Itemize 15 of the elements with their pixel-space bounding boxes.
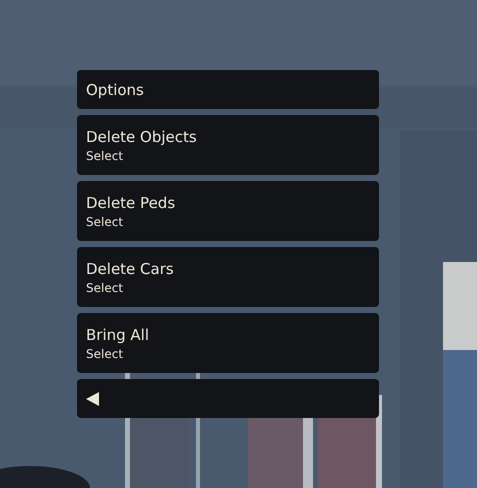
menu-item[interactable]: Delete Cars Select <box>77 247 379 307</box>
item-sublabel: Select <box>86 148 124 162</box>
menu-item[interactable]: Delete Objects Select <box>77 115 379 175</box>
item-sublabel: Select <box>86 280 124 294</box>
item-sublabel: Select <box>86 346 124 360</box>
menu-item[interactable]: Bring All Select <box>77 313 379 373</box>
item-label: Delete Cars <box>86 260 175 278</box>
item-sublabel: Select <box>86 214 124 228</box>
item-label: Bring All <box>86 326 150 344</box>
menu-title: Options <box>77 70 379 109</box>
back-button[interactable] <box>77 379 379 418</box>
back-arrow-icon <box>86 392 99 406</box>
item-label: Delete Objects <box>86 128 198 146</box>
menu-item[interactable]: Delete Peds Select <box>77 181 379 241</box>
item-label: Delete Peds <box>86 194 176 212</box>
